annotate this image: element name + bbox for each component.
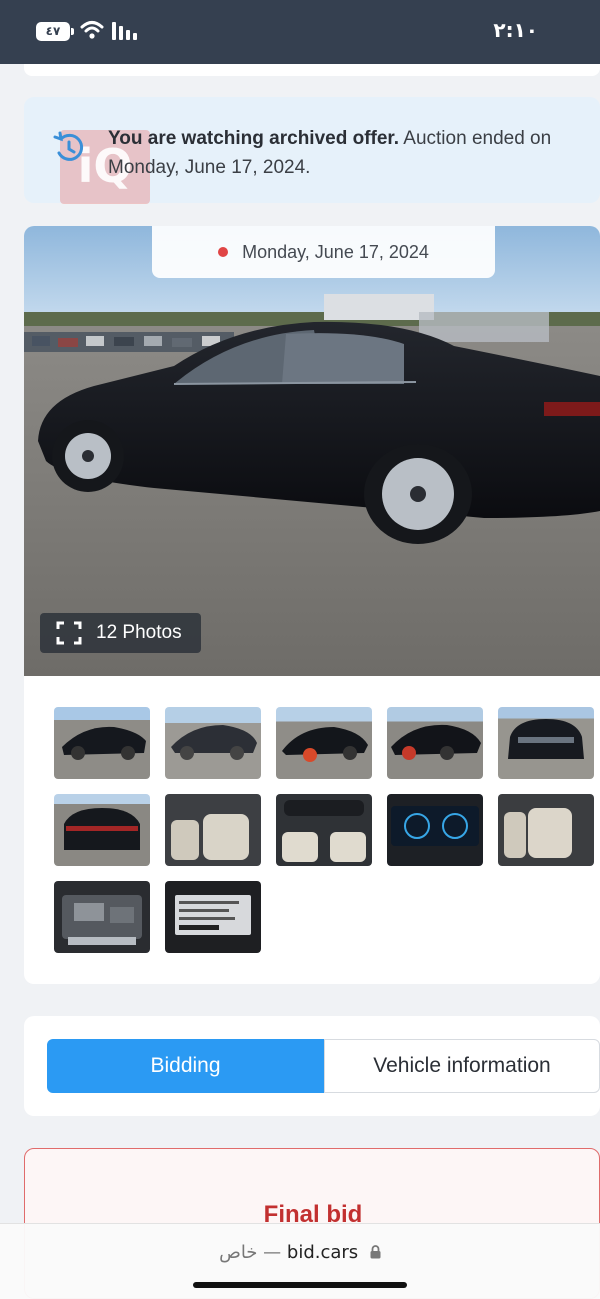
battery-icon: ٤٧: [36, 22, 70, 41]
thumbnail[interactable]: [54, 881, 150, 953]
url-display[interactable]: خاص — bid.cars: [0, 1242, 600, 1263]
previous-card-edge: [24, 64, 600, 76]
status-bar: ٤٧ ٢:١٠: [0, 0, 600, 64]
auction-date-pill: Monday, June 17, 2024: [152, 226, 495, 278]
status-dot-icon: [218, 247, 229, 257]
archived-offer-notice: iQ You are watching archived offer. Auct…: [24, 97, 600, 204]
archived-offer-bold: You are watching archived offer.: [108, 128, 400, 149]
thumbnail[interactable]: [165, 881, 261, 953]
photos-button[interactable]: 12 Photos: [40, 613, 201, 653]
battery-tip: [71, 28, 74, 35]
lock-icon: [370, 1245, 381, 1259]
thumbnail[interactable]: [165, 794, 261, 866]
tabs-card: Bidding Vehicle information: [24, 1016, 600, 1116]
photos-count-label: 12 Photos: [96, 622, 182, 643]
thumbnail[interactable]: [387, 707, 483, 779]
thumbnail[interactable]: [54, 794, 150, 866]
domain-text: bid.cars: [286, 1242, 359, 1263]
thumbnail[interactable]: [387, 794, 483, 866]
wifi-icon: [80, 21, 104, 39]
archived-offer-text: You are watching archived offer. Auction…: [108, 124, 578, 182]
signal-icon: [112, 22, 137, 40]
thumbnail[interactable]: [54, 707, 150, 779]
thumbnail[interactable]: [276, 794, 372, 866]
history-icon: [53, 131, 84, 161]
browser-address-bar[interactable]: خاص — bid.cars: [0, 1223, 600, 1299]
main-car-photo[interactable]: [24, 226, 600, 676]
thumbnail[interactable]: [498, 794, 594, 866]
expand-icon: [56, 621, 82, 645]
thumbnail[interactable]: [498, 707, 594, 779]
private-label: خاص —: [219, 1242, 282, 1263]
car-photo-image: [24, 226, 600, 676]
tab-bidding[interactable]: Bidding: [47, 1039, 324, 1093]
thumbnail[interactable]: [276, 707, 372, 779]
thumbnail[interactable]: [165, 707, 261, 779]
tab-vehicle-information[interactable]: Vehicle information: [324, 1039, 600, 1093]
gallery-card: Monday, June 17, 2024 12 Photos: [24, 226, 600, 984]
status-time: ٢:١٠: [493, 18, 538, 42]
auction-date: Monday, June 17, 2024: [242, 242, 429, 262]
home-indicator[interactable]: [193, 1282, 407, 1288]
